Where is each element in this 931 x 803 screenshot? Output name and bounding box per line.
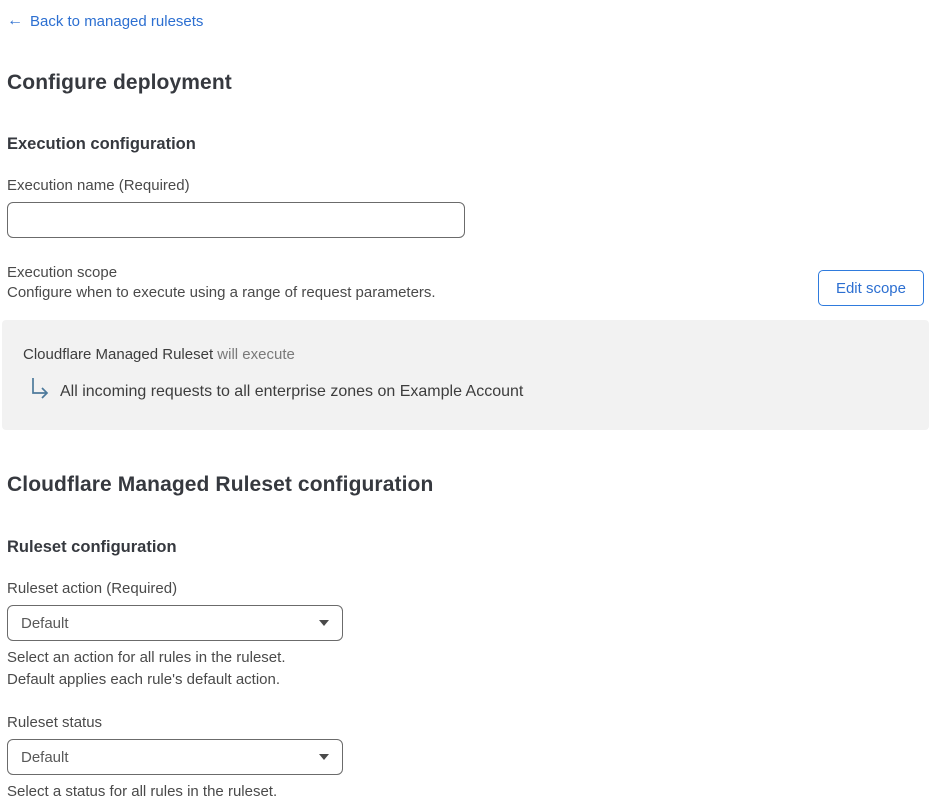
ruleset-action-help-line: Default applies each rule's default acti…	[7, 671, 281, 688]
ruleset-configuration-subheading: Ruleset configuration	[7, 538, 177, 556]
ruleset-action-select[interactable]: Default	[7, 605, 343, 641]
elbow-arrow-icon	[32, 378, 49, 399]
execution-name-input[interactable]	[7, 202, 465, 238]
scope-summary-line: Cloudflare Managed Ruleset will execute	[23, 346, 908, 364]
ruleset-configuration-title: Cloudflare Managed Ruleset configuration	[7, 473, 434, 496]
ruleset-action-label: Ruleset action (Required)	[7, 580, 178, 597]
ruleset-name-text: Cloudflare Managed Ruleset	[23, 346, 214, 363]
chevron-down-icon	[319, 754, 329, 760]
execution-scope-label: Execution scope	[7, 264, 118, 281]
scope-summary-detail: All incoming requests to all enterprise …	[60, 383, 524, 400]
page-title: Configure deployment	[7, 71, 232, 94]
execution-scope-row: Execution scope Configure when to execut…	[7, 264, 924, 306]
scope-summary-detail-row: All incoming requests to all enterprise …	[30, 377, 908, 402]
configure-deployment-page: ← Back to managed rulesets Configure dep…	[0, 0, 931, 803]
execution-scope-description: Configure when to execute using a range …	[7, 284, 436, 301]
ruleset-status-value: Default	[21, 748, 69, 766]
will-execute-text: will execute	[213, 346, 295, 363]
ruleset-action-value: Default	[21, 614, 69, 632]
execution-scope-text: Execution scope Configure when to execut…	[7, 264, 436, 302]
back-link-label: Back to managed rulesets	[30, 12, 204, 30]
ruleset-status-help-line: Select a status for all rules in the rul…	[7, 783, 278, 800]
left-arrow-icon: ←	[7, 12, 23, 29]
ruleset-status-label: Ruleset status	[7, 714, 103, 731]
scope-summary-panel: Cloudflare Managed Ruleset will execute …	[2, 320, 929, 430]
back-to-managed-rulesets-link[interactable]: ← Back to managed rulesets	[7, 13, 203, 30]
ruleset-action-help-line: Select an action for all rules in the ru…	[7, 649, 286, 666]
ruleset-action-help: Select an action for all rules in the ru…	[7, 647, 924, 691]
ruleset-status-help: Select a status for all rules in the rul…	[7, 781, 924, 803]
ruleset-status-select[interactable]: Default	[7, 739, 343, 775]
chevron-down-icon	[319, 620, 329, 626]
execution-configuration-heading: Execution configuration	[7, 135, 196, 153]
execution-name-label: Execution name (Required)	[7, 177, 190, 194]
edit-scope-button[interactable]: Edit scope	[817, 270, 924, 306]
